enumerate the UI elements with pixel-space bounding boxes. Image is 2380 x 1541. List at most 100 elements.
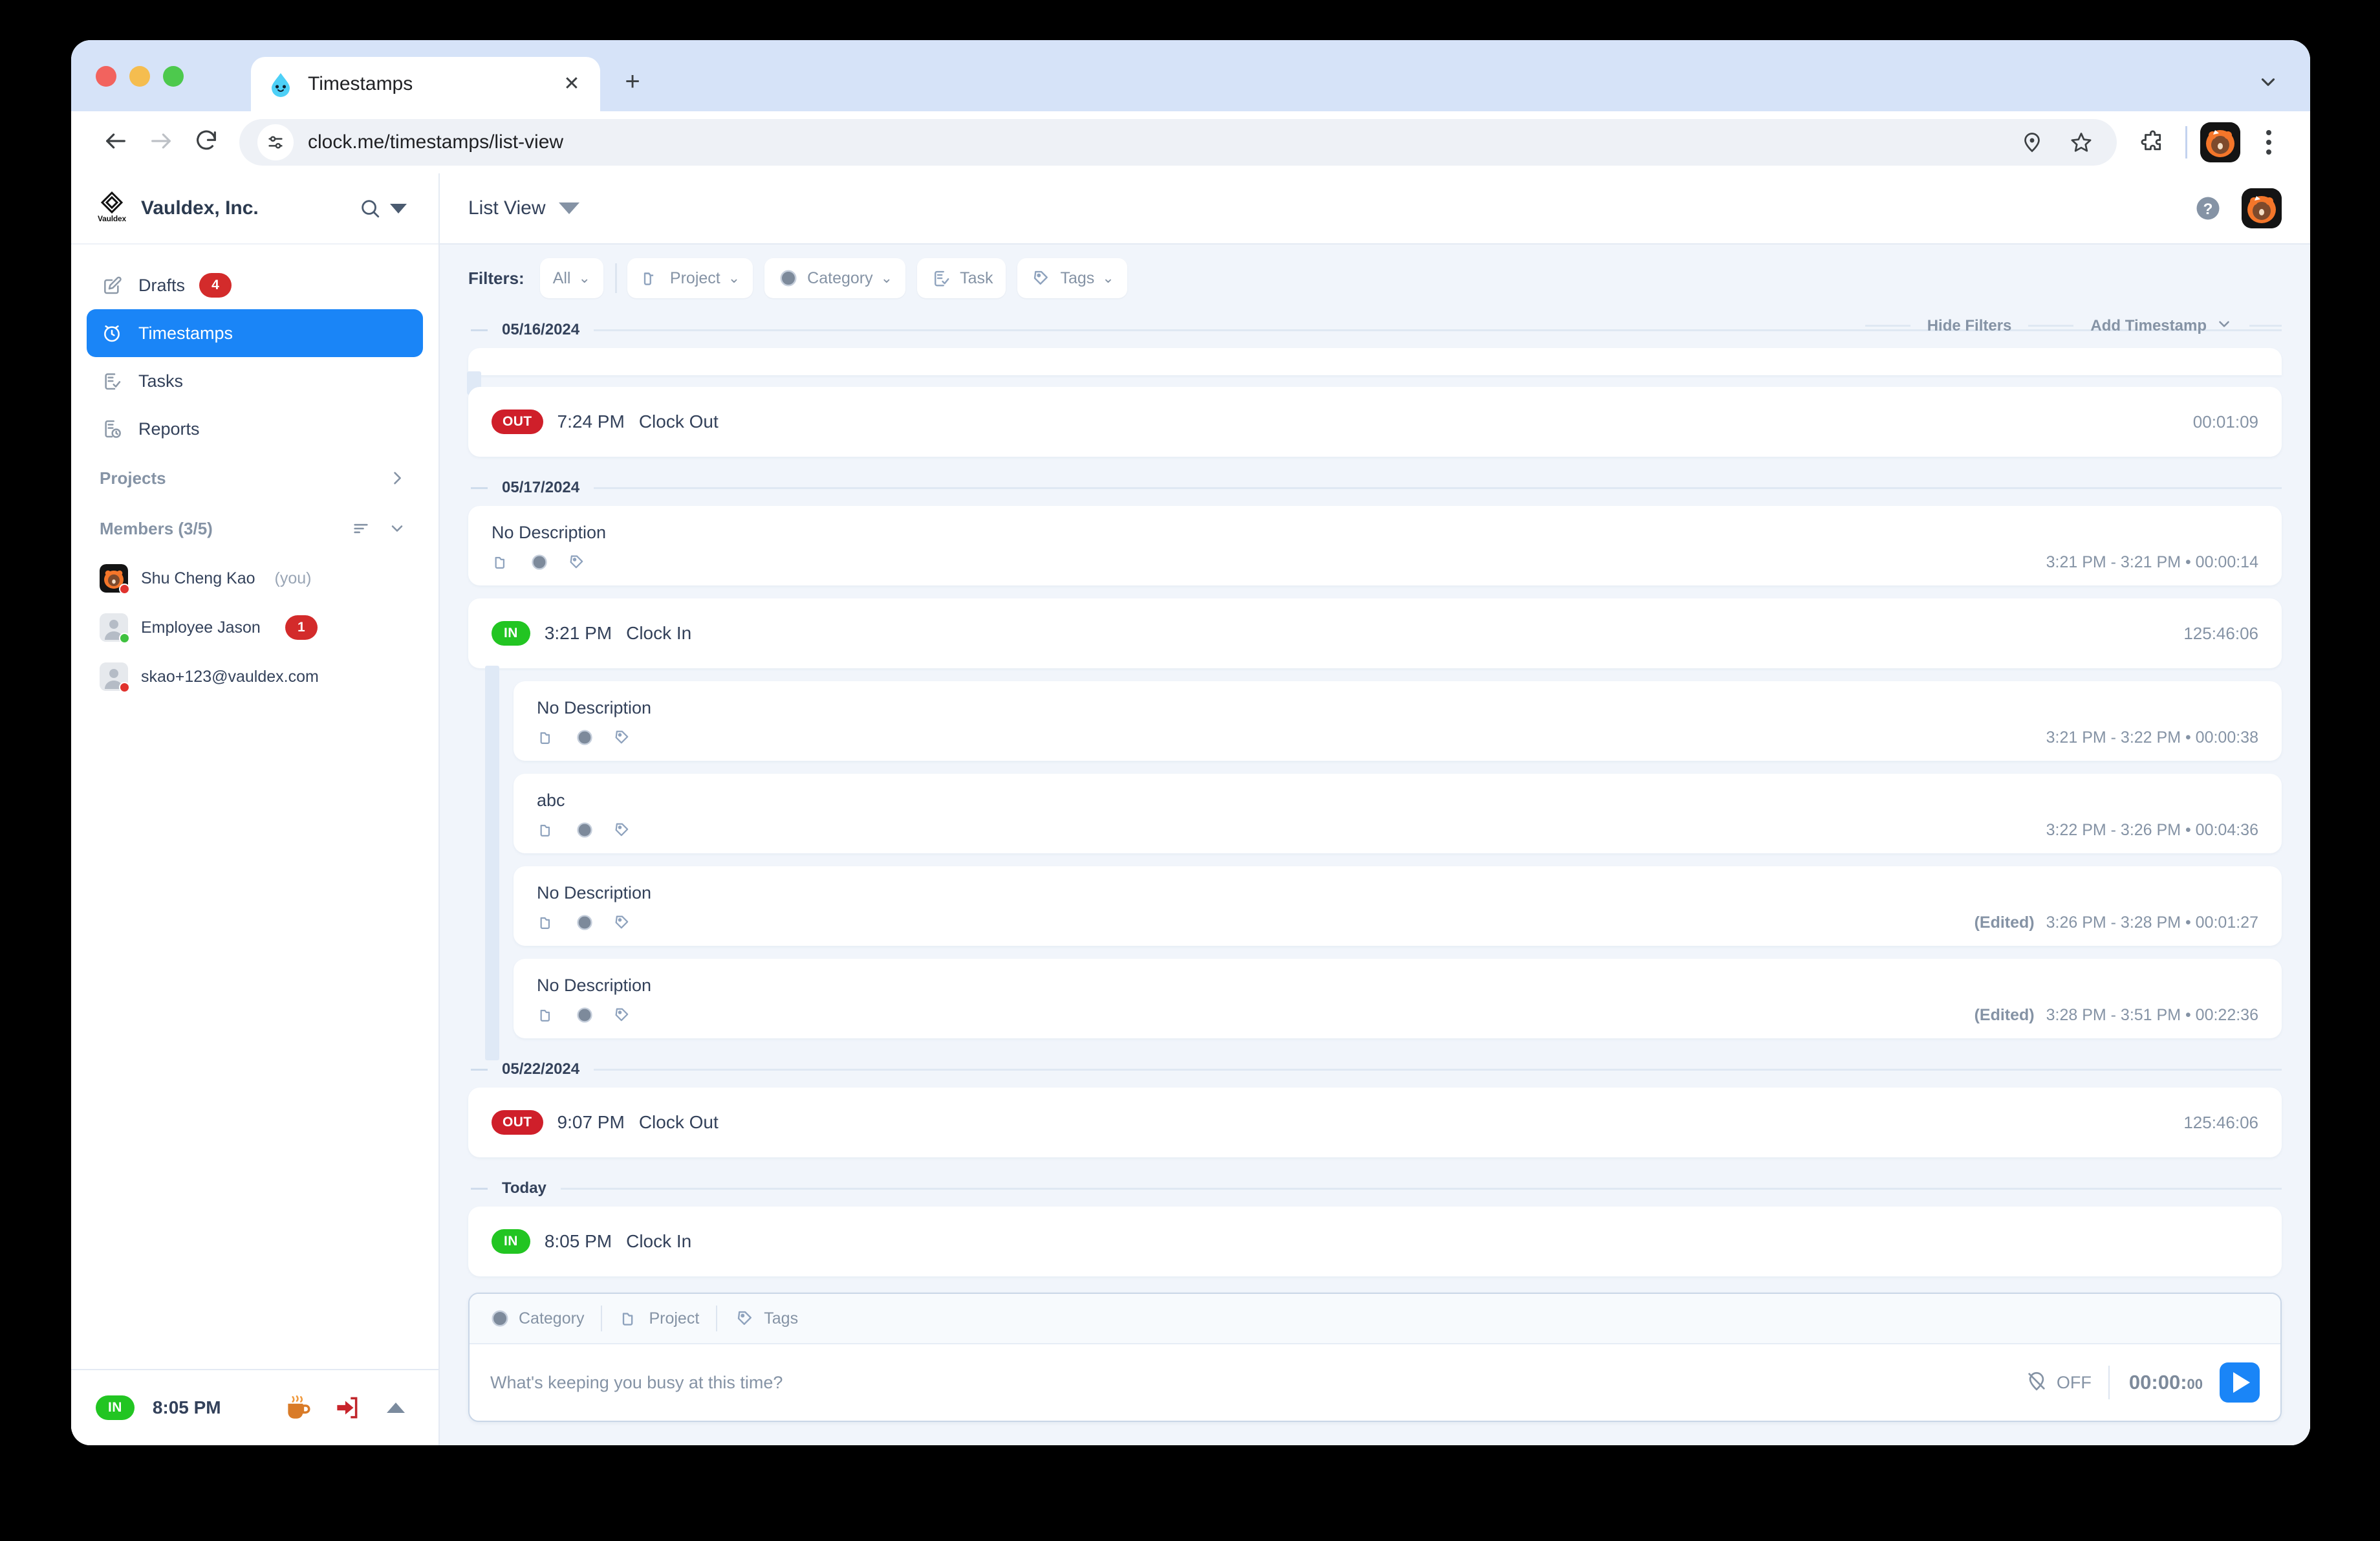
composer-project-button[interactable]: Project: [602, 1307, 716, 1329]
separator-dash: [471, 1187, 488, 1190]
tag-icon[interactable]: [567, 552, 587, 573]
gps-status-label: OFF: [2056, 1372, 2092, 1392]
nesting-rail: [485, 666, 499, 1060]
coffee-cup-icon[interactable]: [279, 1390, 316, 1426]
address-bar[interactable]: clock.me/timestamps/list-view: [239, 119, 2117, 166]
add-timestamp-button[interactable]: Add Timestamp: [2090, 316, 2233, 336]
filter-chip-tags[interactable]: Tags ⌄: [1017, 258, 1127, 298]
timestamp-list[interactable]: 05/16/2024 Hide Filters Add Timestamp OU…: [440, 312, 2310, 1286]
separator-line: [2028, 325, 2074, 327]
circle-icon[interactable]: [574, 912, 595, 933]
folder-icon[interactable]: [537, 820, 557, 840]
timestamp-entry-row[interactable]: No Description: [514, 681, 2282, 761]
member-row[interactable]: skao+123@vauldex.com: [71, 652, 438, 701]
timer-main: 00:00:: [2128, 1371, 2187, 1393]
alarm-clock-icon: [100, 321, 124, 345]
view-switcher[interactable]: List View: [468, 197, 579, 219]
separator-dash: [471, 329, 488, 331]
star-icon[interactable]: [2064, 125, 2099, 160]
clock-out-arrow-icon[interactable]: [329, 1390, 365, 1426]
projects-section-header[interactable]: Projects: [71, 453, 438, 503]
folder-icon[interactable]: [537, 912, 557, 933]
filter-chip-all[interactable]: All ⌄: [539, 258, 603, 298]
description-input[interactable]: What's keeping you busy at this time?: [490, 1373, 2026, 1393]
timestamp-entry-row[interactable]: abc 3:22 PM - 3:26 PM • 00:04:36: [514, 774, 2282, 853]
clock-in-row[interactable]: IN 3:21 PM Clock In 125:46:06: [468, 598, 2282, 668]
caret-up-icon[interactable]: [378, 1390, 414, 1426]
chevron-down-icon[interactable]: [384, 516, 410, 541]
maximize-window-button[interactable]: [163, 66, 184, 87]
extensions-button[interactable]: [2131, 122, 2172, 163]
close-icon[interactable]: ✕: [559, 71, 585, 97]
status-dot-offline: [119, 682, 130, 693]
header-right-actions: ?: [2194, 188, 2282, 228]
folder-icon[interactable]: [537, 1005, 557, 1025]
avatar[interactable]: [2242, 188, 2282, 228]
search-icon[interactable]: [356, 194, 384, 223]
chevron-right-icon[interactable]: [384, 465, 410, 491]
timestamp-entry-row[interactable]: No Description: [514, 866, 2282, 946]
clock-out-row[interactable]: OUT 9:07 PM Clock Out 125:46:06: [468, 1087, 2282, 1157]
tune-icon[interactable]: [257, 124, 294, 160]
list-header-actions: Hide Filters Add Timestamp: [1865, 316, 2282, 336]
clock-out-row[interactable]: OUT 7:24 PM Clock Out 00:01:09: [468, 387, 2282, 457]
close-window-button[interactable]: [96, 66, 116, 87]
gps-toggle[interactable]: OFF: [2026, 1370, 2092, 1395]
back-button[interactable]: [93, 120, 138, 165]
tag-icon[interactable]: [612, 727, 633, 748]
folder-icon[interactable]: [537, 727, 557, 748]
filter-chip-project[interactable]: Project ⌄: [627, 258, 753, 298]
browser-tab-strip: Timestamps ✕ +: [71, 40, 2310, 111]
browser-tab[interactable]: Timestamps ✕: [251, 57, 600, 111]
report-clock-icon: [100, 417, 124, 441]
back-arrow-icon: [103, 128, 129, 157]
menu-dot: [2266, 140, 2271, 145]
minimize-window-button[interactable]: [129, 66, 150, 87]
forward-button[interactable]: [138, 120, 184, 165]
entry-times: 3:21 PM - 3:21 PM • 00:00:14: [2046, 553, 2258, 572]
org-header: Vauldex Vauldex, Inc.: [71, 173, 438, 245]
member-row[interactable]: Employee Jason 1: [71, 603, 438, 652]
main-panel: List View ? Filters: All ⌄ Project ⌄ Cat…: [440, 173, 2310, 1445]
filter-chip-task[interactable]: Task: [917, 258, 1006, 298]
sort-icon[interactable]: [348, 516, 374, 541]
sidebar-item-reports[interactable]: Reports: [87, 405, 423, 453]
tag-icon[interactable]: [612, 1005, 633, 1025]
help-question-icon[interactable]: ?: [2194, 194, 2222, 223]
composer-tags-button[interactable]: Tags: [717, 1307, 815, 1329]
circle-icon[interactable]: [529, 552, 550, 573]
tab-list-button[interactable]: [2252, 67, 2284, 100]
tag-icon[interactable]: [612, 820, 633, 840]
vauldex-logo-icon: Vauldex: [97, 191, 127, 225]
reload-button[interactable]: [184, 120, 229, 165]
caret-down-icon[interactable]: [384, 194, 413, 223]
tag-icon[interactable]: [612, 912, 633, 933]
profile-avatar[interactable]: [2200, 122, 2240, 162]
filter-chip-category[interactable]: Category ⌄: [764, 258, 906, 298]
folder-icon: [640, 267, 662, 289]
reload-icon: [193, 128, 219, 157]
circle-icon[interactable]: [574, 1005, 595, 1025]
timestamp-entry-row[interactable]: No Description: [514, 959, 2282, 1038]
composer-category-button[interactable]: Category: [489, 1307, 601, 1329]
member-name: skao+123@vauldex.com: [141, 667, 319, 686]
clock-in-row[interactable]: IN 8:05 PM Clock In: [468, 1207, 2282, 1276]
separator-line: [594, 486, 2282, 489]
new-tab-button[interactable]: +: [614, 63, 651, 100]
location-pin-icon[interactable]: [2015, 125, 2050, 160]
hide-filters-button[interactable]: Hide Filters: [1927, 317, 2012, 335]
entry-time-range: 3:21 PM - 3:21 PM • 00:00:14: [2046, 552, 2258, 571]
timestamp-entry-row[interactable]: No Description: [468, 506, 2282, 585]
circle-icon[interactable]: [574, 727, 595, 748]
start-timer-button[interactable]: [2220, 1362, 2260, 1403]
sidebar-item-timestamps[interactable]: Timestamps: [87, 309, 423, 357]
entry-description: No Description: [492, 523, 607, 542]
sidebar-status-bar: IN 8:05 PM: [71, 1369, 438, 1445]
folder-icon[interactable]: [492, 552, 512, 573]
sidebar-item-tasks[interactable]: Tasks: [87, 357, 423, 405]
clock-action: Clock In: [626, 623, 692, 643]
member-row[interactable]: Shu Cheng Kao (you): [71, 554, 438, 603]
sidebar-item-drafts[interactable]: Drafts 4: [87, 261, 423, 309]
circle-icon[interactable]: [574, 820, 595, 840]
three-dot-menu-icon[interactable]: [2249, 123, 2288, 162]
